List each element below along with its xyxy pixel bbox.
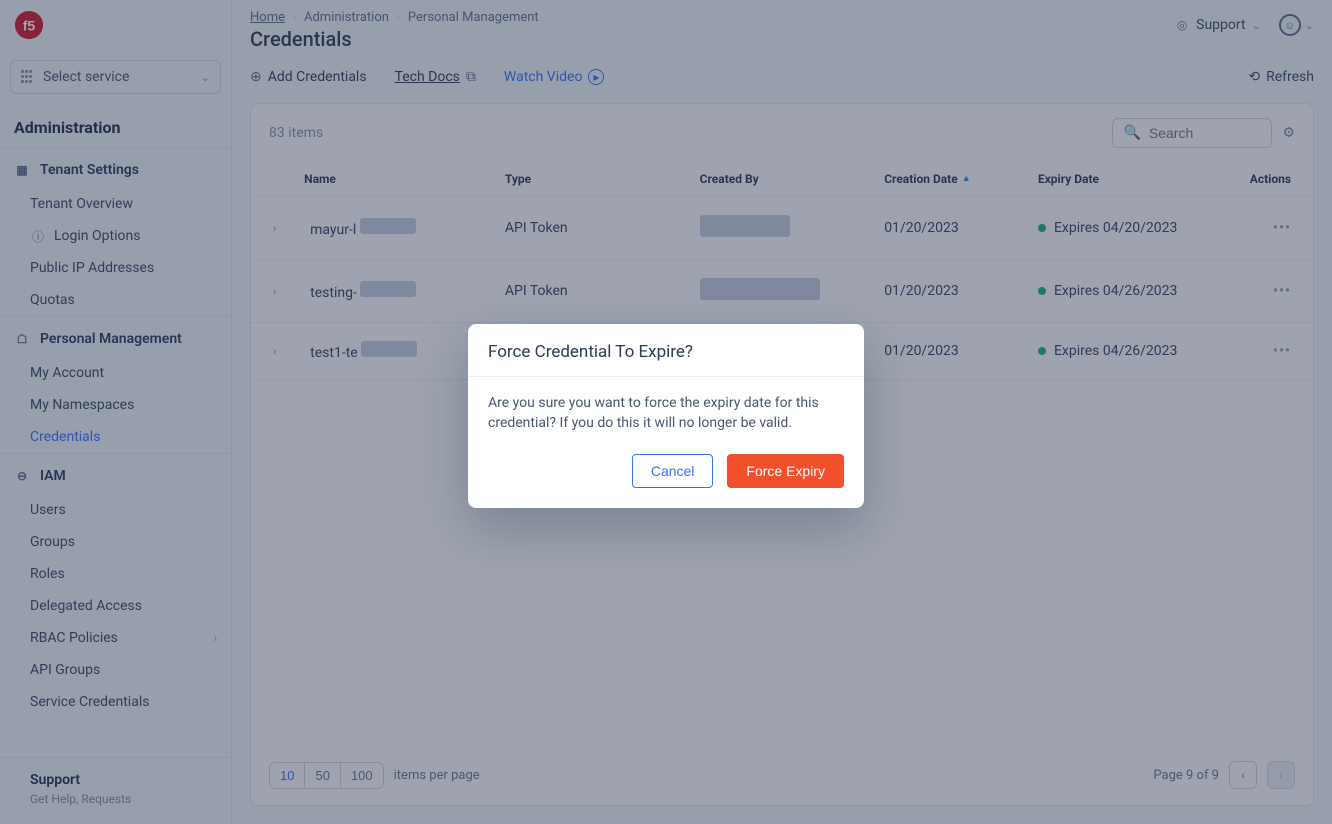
- modal-title: Force Credential To Expire?: [468, 324, 864, 377]
- modal-body-text: Are you sure you want to force the expir…: [468, 377, 864, 440]
- cancel-button[interactable]: Cancel: [632, 454, 714, 488]
- force-expiry-button[interactable]: Force Expiry: [727, 454, 844, 488]
- modal-overlay[interactable]: Force Credential To Expire? Are you sure…: [0, 0, 1332, 824]
- force-expire-modal: Force Credential To Expire? Are you sure…: [468, 324, 864, 508]
